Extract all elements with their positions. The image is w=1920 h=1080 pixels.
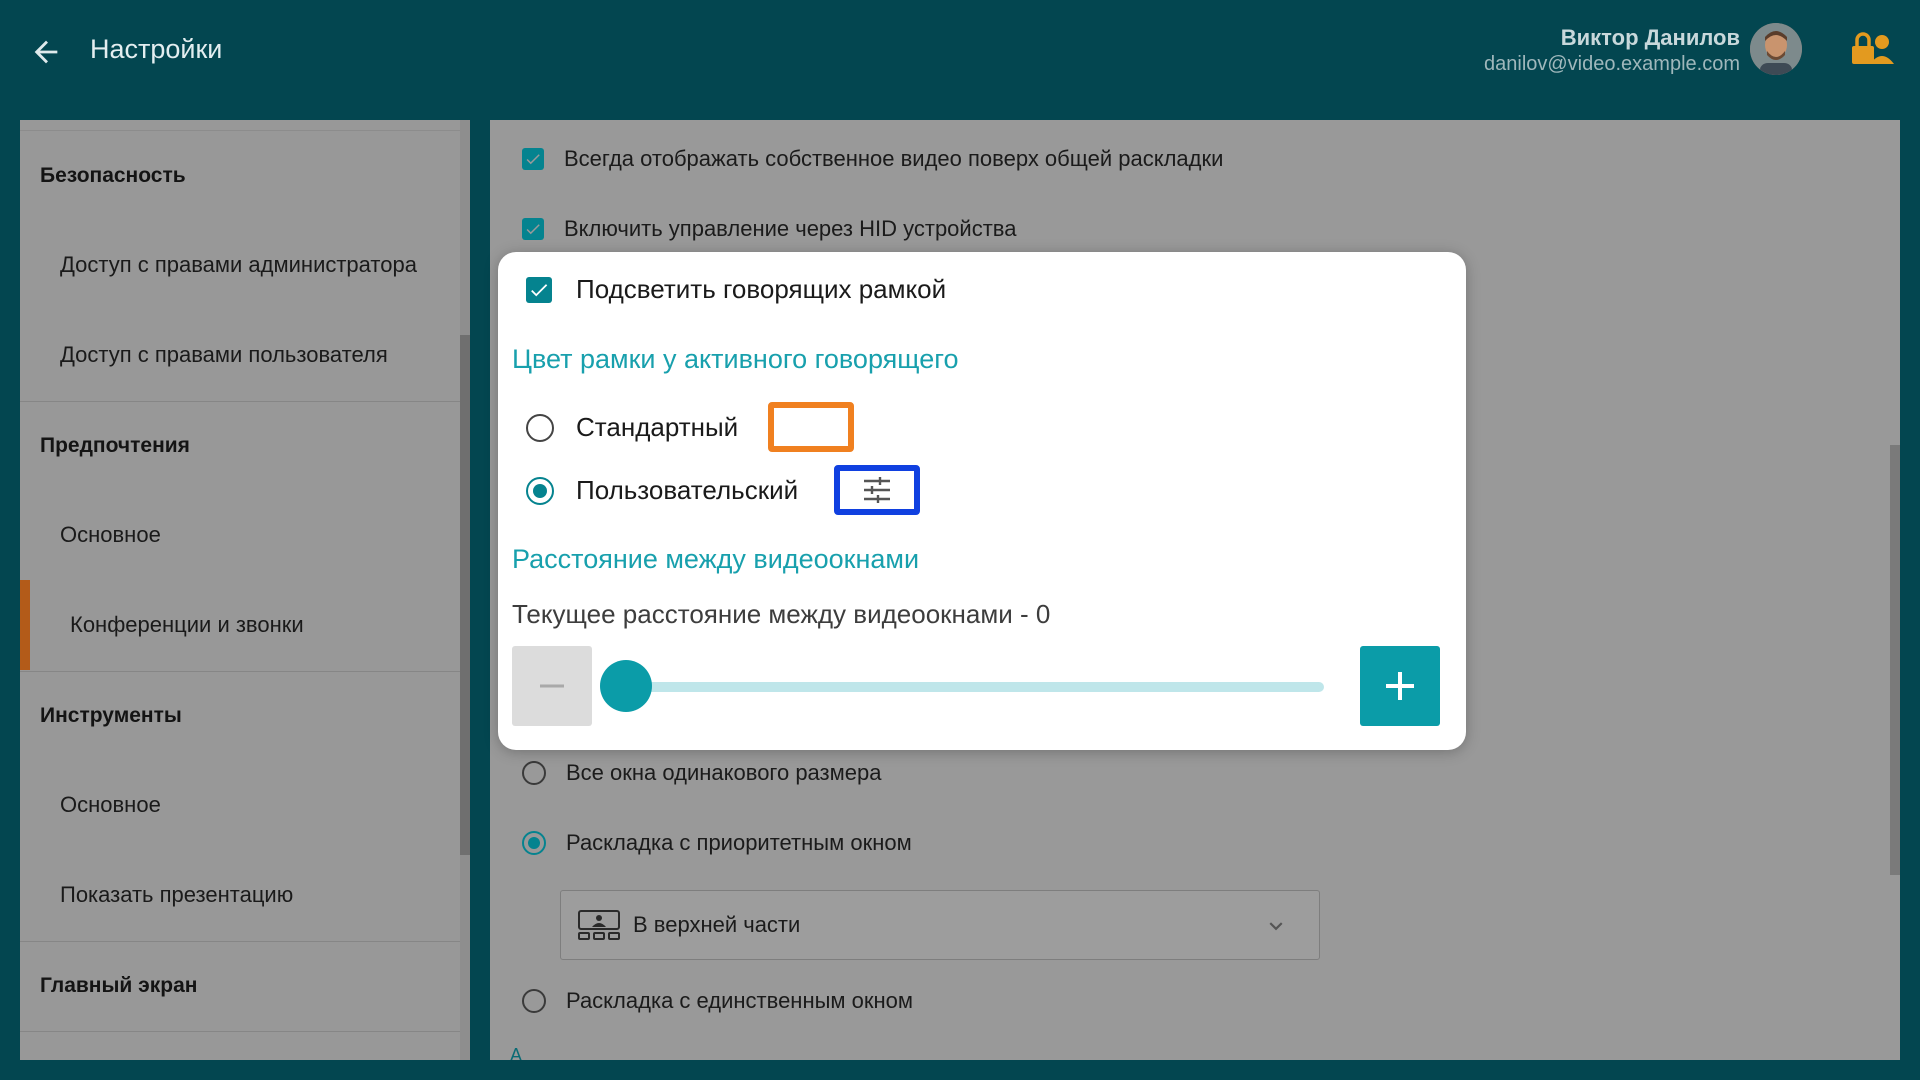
option-label: Всегда отображать собственное видео пове… <box>564 146 1224 171</box>
sidebar-section-tools: Инструменты <box>40 704 182 727</box>
divider <box>20 941 460 942</box>
layout-top-icon <box>578 910 620 940</box>
priority-position-select[interactable]: В верхней части <box>560 890 1320 960</box>
radio-button[interactable] <box>522 761 546 785</box>
layout-equal-windows-option[interactable]: Все окна одинакового размера <box>522 760 881 786</box>
option-label: Стандартный <box>576 412 739 442</box>
layout-priority-window-option[interactable]: Раскладка с приоритетным окном <box>522 830 912 856</box>
arrow-left-icon <box>34 40 58 64</box>
frame-color-heading: Цвет рамки у активного говорящего <box>512 344 959 374</box>
check-icon <box>531 283 548 296</box>
bottom-bar <box>0 1060 1920 1080</box>
radio-button[interactable] <box>522 831 546 855</box>
user-email: danilov@video.example.com <box>1484 53 1740 75</box>
sidebar-item-admin-access[interactable]: Доступ с правами администратора <box>20 220 460 310</box>
divider <box>20 130 460 131</box>
radio-button[interactable] <box>522 989 546 1013</box>
highlight-speakers-option[interactable]: Подсветить говорящих рамкой <box>526 274 946 305</box>
lock-user-icon <box>1852 32 1894 64</box>
sidebar-section-home-screen: Главный экран <box>40 974 198 997</box>
custom-color-swatch[interactable] <box>834 465 920 515</box>
checkbox[interactable] <box>522 218 544 240</box>
color-standard-option[interactable]: Стандартный <box>526 412 738 443</box>
increase-spacing-button[interactable] <box>1360 646 1440 726</box>
chevron-down-icon <box>1269 922 1283 931</box>
sidebar-item-user-access[interactable]: Доступ с правами пользователя <box>20 310 460 400</box>
option-label: Все окна одинакового размера <box>566 760 882 785</box>
sidebar-item-label: Основное <box>60 522 161 547</box>
sliders-icon <box>864 477 890 503</box>
spacing-slider-thumb[interactable] <box>600 660 652 712</box>
settings-sidebar: Безопасность Доступ с правами администра… <box>20 120 470 1060</box>
divider <box>20 671 460 672</box>
option-label: Включить управление через HID устройства <box>564 216 1017 241</box>
plus-icon <box>1386 672 1414 700</box>
lock-users-button[interactable] <box>1848 28 1898 72</box>
check-icon <box>526 154 540 165</box>
sidebar-scrollbar-thumb[interactable] <box>460 335 470 855</box>
radio-button[interactable] <box>526 413 554 442</box>
content-scrollbar-thumb[interactable] <box>1890 445 1900 875</box>
partial-heading: А <box>510 1045 523 1060</box>
minus-icon <box>540 684 564 688</box>
divider <box>20 1031 460 1032</box>
standard-color-swatch[interactable] <box>768 402 854 452</box>
user-avatar-icon <box>1750 23 1802 75</box>
sidebar-item-tools-general[interactable]: Основное <box>20 760 460 850</box>
divider <box>20 401 460 402</box>
option-label: Раскладка с приоритетным окном <box>566 830 912 855</box>
sidebar-item-show-presentation[interactable]: Показать презентацию <box>20 850 460 940</box>
user-info: Виктор Данилов danilov@video.example.com <box>1484 25 1740 76</box>
back-button[interactable] <box>24 30 68 74</box>
color-custom-option[interactable]: Пользовательский <box>526 475 798 506</box>
option-label: Подсветить говорящих рамкой <box>576 274 947 304</box>
active-speaker-settings-popup: Подсветить говорящих рамкой Цвет рамки у… <box>498 252 1466 750</box>
sidebar-section-preferences: Предпочтения <box>40 434 190 457</box>
spacing-heading: Расстояние между видеоокнами <box>512 544 920 574</box>
avatar[interactable] <box>1750 23 1802 75</box>
sidebar-section-security: Безопасность <box>40 164 186 187</box>
layout-single-window-option[interactable]: Раскладка с единственным окном <box>522 988 913 1014</box>
decrease-spacing-button[interactable] <box>512 646 592 726</box>
sidebar-item-label: Доступ с правами администратора <box>60 252 417 277</box>
radio-button[interactable] <box>526 476 554 505</box>
checkbox[interactable] <box>526 276 552 303</box>
hid-control-option[interactable]: Включить управление через HID устройства <box>522 216 1016 242</box>
spacing-slider[interactable] <box>608 682 1324 692</box>
sidebar-item-preferences-general[interactable]: Основное <box>20 490 460 580</box>
page-title: Настройки <box>90 34 223 64</box>
option-label: Пользовательский <box>576 475 799 505</box>
checkbox[interactable] <box>522 148 544 170</box>
sidebar-item-conferences-calls[interactable]: Конференции и звонки <box>20 580 460 670</box>
current-spacing-label: Текущее расстояние между видеоокнами - 0 <box>512 599 1051 629</box>
sidebar-item-label: Доступ с правами пользователя <box>60 342 388 367</box>
sidebar-item-label: Основное <box>60 792 161 817</box>
own-video-on-top-option[interactable]: Всегда отображать собственное видео пове… <box>522 146 1223 172</box>
user-name: Виктор Данилов <box>1560 25 1740 50</box>
option-label: Раскладка с единственным окном <box>566 988 914 1013</box>
sidebar-item-label: Конференции и звонки <box>70 612 304 637</box>
select-value: В верхней части <box>633 912 801 937</box>
sidebar-item-label: Показать презентацию <box>60 882 294 907</box>
check-icon <box>526 224 540 235</box>
top-bar: Настройки Виктор Данилов danilov@video.e… <box>0 0 1920 120</box>
